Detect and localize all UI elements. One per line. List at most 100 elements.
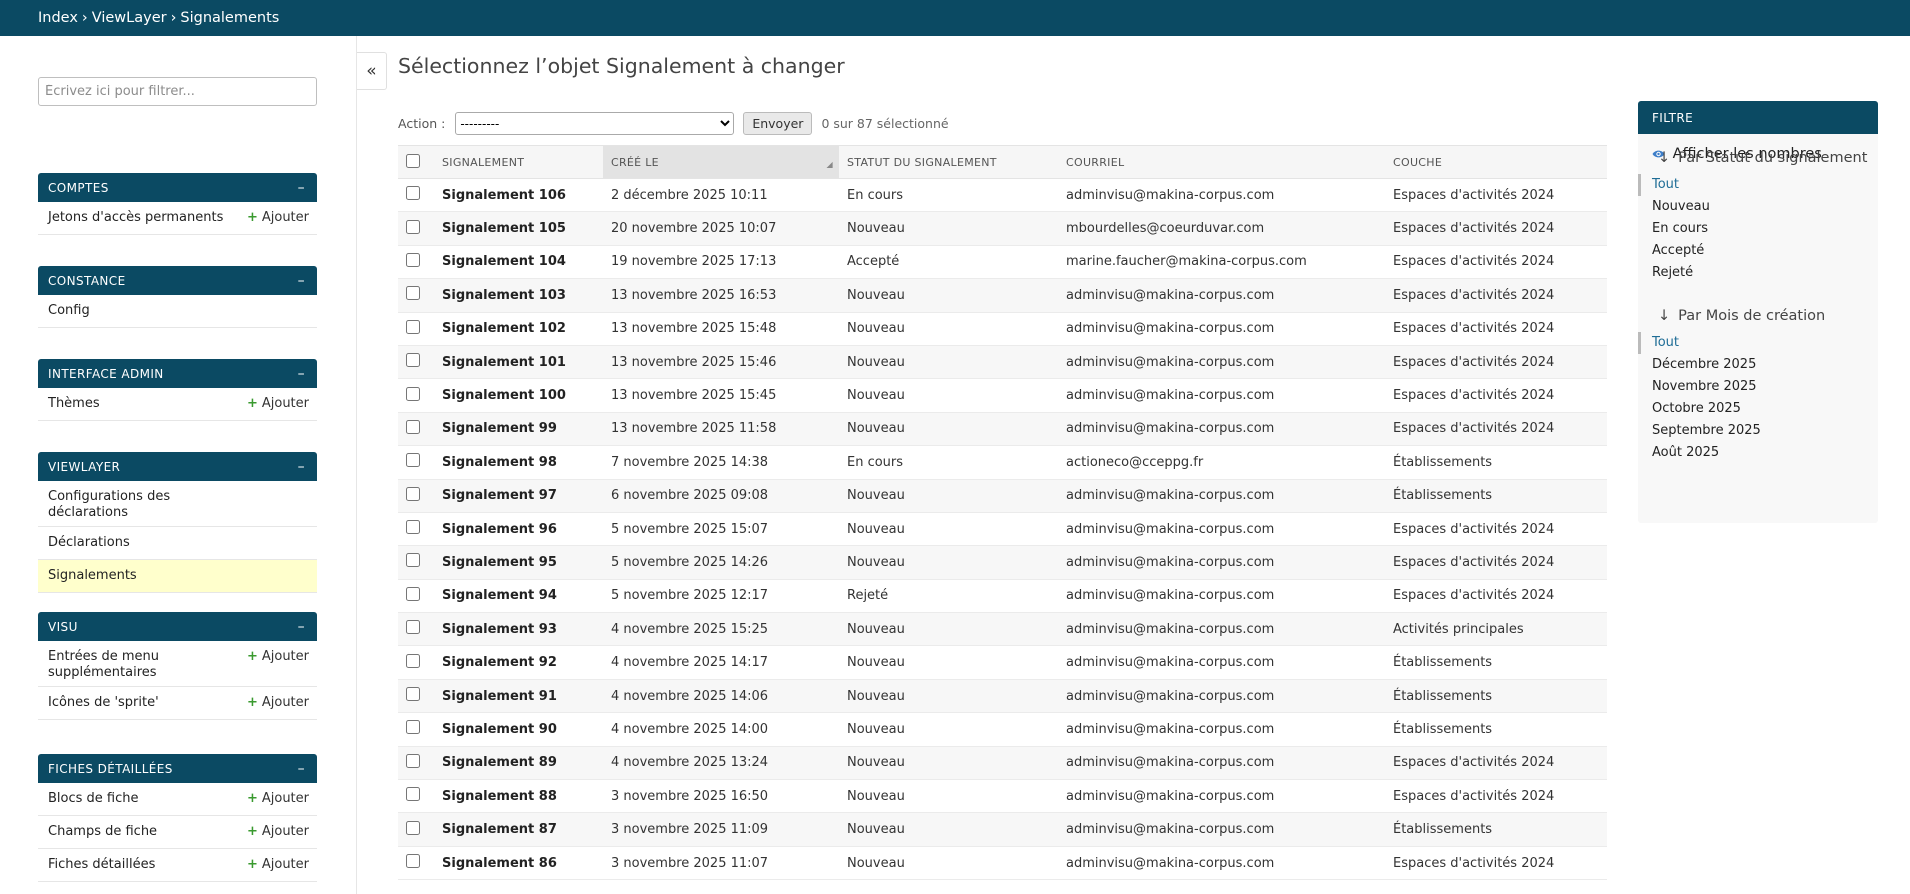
sidebar-item-label[interactable]: Thèmes [48,396,100,412]
send-action-button[interactable]: Envoyer [743,112,813,135]
collapse-icon[interactable]: – [298,366,305,382]
filter-option[interactable]: Décembre 2025 [1638,354,1878,376]
row-checkbox[interactable] [406,720,420,735]
signalement-link[interactable]: Signalement 103 [434,278,603,313]
filter-option[interactable]: Accepté [1638,240,1878,262]
signalement-link[interactable]: Signalement 101 [434,345,603,380]
action-select[interactable]: --------- [455,112,735,135]
sidebar-item[interactable]: Configurations des déclarations [38,481,317,527]
signalement-link[interactable]: Signalement 93 [434,612,603,647]
row-checkbox[interactable] [406,520,420,535]
column-header-signalement[interactable]: SIGNALEMENT [434,145,603,179]
sidebar-module-header[interactable]: VIEWLAYER – [38,452,317,481]
nav-filter-input[interactable] [38,77,317,106]
column-header-created[interactable]: CRÉÉ LE ◢ [603,145,839,179]
row-checkbox[interactable] [406,586,420,601]
add-button[interactable]: + Ajouter [247,857,309,873]
signalement-link[interactable]: Signalement 97 [434,479,603,513]
sidebar-item[interactable]: Déclarations [38,527,317,560]
signalement-link[interactable]: Signalement 104 [434,245,603,280]
signalement-link[interactable]: Signalement 105 [434,211,603,246]
collapse-icon[interactable]: – [298,180,305,196]
row-checkbox[interactable] [406,419,420,434]
sidebar-module-header[interactable]: CONSTANCE – [38,266,317,295]
row-checkbox[interactable] [406,252,420,267]
filter-option[interactable]: Nouveau [1638,196,1878,218]
sidebar-item-label[interactable]: Icônes de 'sprite' [48,695,159,711]
sort-indicator-icon[interactable]: ◢ [827,160,833,169]
sidebar-item-label[interactable]: Jetons d'accès permanents [48,210,223,226]
add-button[interactable]: + Ajouter [247,695,309,711]
row-checkbox[interactable] [406,386,420,401]
signalement-link[interactable]: Signalement 99 [434,412,603,447]
signalement-link[interactable]: Signalement 89 [434,746,603,781]
sidebar-module-header[interactable]: INTERFACE ADMIN – [38,359,317,388]
sidebar-item-label[interactable]: Config [48,303,90,319]
sidebar-item[interactable]: Jetons d'accès permanents + Ajouter [38,202,317,235]
signalement-link[interactable]: Signalement 94 [434,579,603,614]
sidebar-item[interactable]: Blocs de fiche + Ajouter [38,783,317,816]
add-button[interactable]: + Ajouter [247,210,309,226]
sidebar-item-label[interactable]: Configurations des déclarations [48,489,188,521]
signalement-link[interactable]: Signalement 100 [434,378,603,413]
add-button[interactable]: + Ajouter [247,649,309,665]
sidebar-item-label[interactable]: Entrées de menu supplémentaires [48,649,188,681]
breadcrumb-app-link[interactable]: ViewLayer [92,10,167,26]
filter-option[interactable]: Octobre 2025 [1638,398,1878,420]
filter-option[interactable]: Tout [1638,332,1878,354]
row-checkbox[interactable] [406,820,420,835]
collapse-icon[interactable]: – [298,619,305,635]
sidebar-item[interactable]: Fiches détaillées + Ajouter [38,849,317,882]
sidebar-item[interactable]: Champs de fiche + Ajouter [38,816,317,849]
filter-option[interactable]: Tout [1638,174,1878,196]
sidebar-item-label[interactable]: Signalements [48,568,137,584]
row-checkbox[interactable] [406,787,420,802]
collapse-icon[interactable]: – [298,761,305,777]
collapse-icon[interactable]: – [298,459,305,475]
row-checkbox[interactable] [406,486,420,501]
row-checkbox[interactable] [406,553,420,568]
row-checkbox[interactable] [406,854,420,868]
select-all-checkbox[interactable] [406,153,420,168]
row-checkbox[interactable] [406,286,420,301]
signalement-link[interactable]: Signalement 86 [434,846,603,881]
sidebar-item-label[interactable]: Champs de fiche [48,824,157,840]
row-checkbox[interactable] [406,186,420,201]
column-header-email[interactable]: COURRIEL [1058,145,1385,179]
signalement-link[interactable]: Signalement 98 [434,445,603,480]
row-checkbox[interactable] [406,653,420,668]
sidebar-module-header[interactable]: COMPTES – [38,173,317,202]
sidebar-item[interactable]: Signalements [38,560,317,593]
row-checkbox[interactable] [406,219,420,234]
sidebar-item[interactable]: Entrées de menu supplémentaires + Ajouter [38,641,317,687]
filter-option[interactable]: En cours [1638,218,1878,240]
signalement-link[interactable]: Signalement 96 [434,512,603,547]
sidebar-module-header[interactable]: VISU – [38,612,317,641]
filter-option[interactable]: Septembre 2025 [1638,420,1878,442]
signalement-link[interactable]: Signalement 106 [434,178,603,213]
sidebar-item[interactable]: Thèmes + Ajouter [38,388,317,421]
filter-option[interactable]: Rejeté [1638,262,1878,284]
column-header-layer[interactable]: COUCHE [1385,145,1607,179]
row-checkbox[interactable] [406,753,420,768]
breadcrumb-home-link[interactable]: Index [38,10,78,26]
filter-option[interactable]: Août 2025 [1638,442,1878,464]
sidebar-item-label[interactable]: Déclarations [48,535,130,551]
column-header-status[interactable]: STATUT DU SIGNALEMENT [839,145,1058,179]
sidebar-item-label[interactable]: Blocs de fiche [48,791,139,807]
toggle-sidebar-button[interactable]: « [357,52,387,90]
add-button[interactable]: + Ajouter [247,824,309,840]
row-checkbox[interactable] [406,453,420,468]
signalement-link[interactable]: Signalement 92 [434,645,603,680]
signalement-link[interactable]: Signalement 87 [434,812,603,847]
signalement-link[interactable]: Signalement 95 [434,545,603,580]
row-checkbox[interactable] [406,353,420,368]
sidebar-item-label[interactable]: Fiches détaillées [48,857,155,873]
signalement-link[interactable]: Signalement 90 [434,712,603,747]
sidebar-item[interactable]: Icônes de 'sprite' + Ajouter [38,687,317,720]
row-checkbox[interactable] [406,620,420,635]
add-button[interactable]: + Ajouter [247,791,309,807]
add-button[interactable]: + Ajouter [247,396,309,412]
filter-option[interactable]: Novembre 2025 [1638,376,1878,398]
row-checkbox[interactable] [406,319,420,334]
